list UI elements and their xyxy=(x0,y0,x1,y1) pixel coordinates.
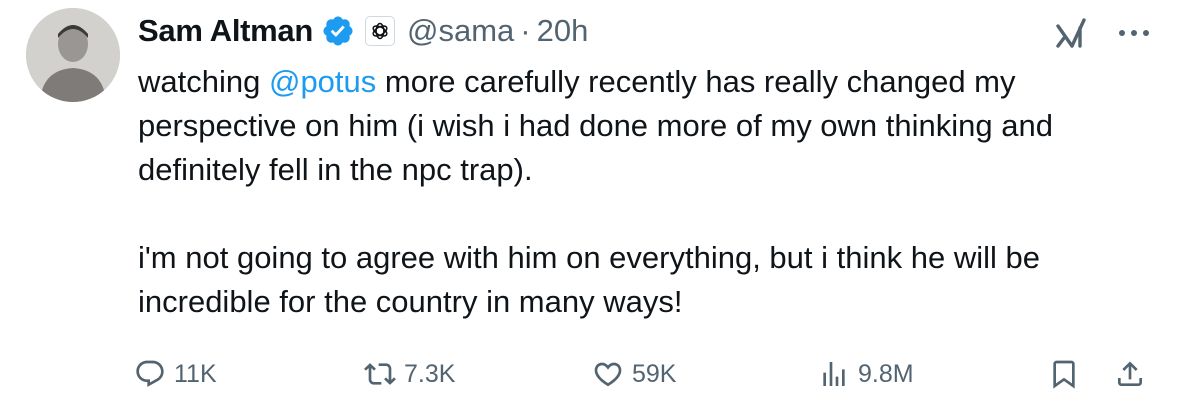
tweet-text-segment: watching xyxy=(138,64,269,99)
reply-count: 11K xyxy=(174,359,217,388)
repost-icon xyxy=(364,363,396,385)
timestamp[interactable]: 20h xyxy=(537,13,589,49)
verified-badge-icon[interactable] xyxy=(321,14,355,48)
like-button[interactable]: 59K xyxy=(592,354,676,394)
openai-logo-icon[interactable] xyxy=(365,16,396,46)
more-icon[interactable] xyxy=(1114,14,1154,52)
reply-button[interactable]: 11K xyxy=(134,354,217,394)
mention-link[interactable]: @potus xyxy=(269,64,376,99)
action-bar: 11K 7.3K 59K 9.8M xyxy=(134,354,1164,394)
separator-dot: · xyxy=(520,13,531,48)
tweet-paragraph-2: i'm not going to agree with him on every… xyxy=(138,240,1040,319)
grok-icon[interactable] xyxy=(1052,14,1090,52)
views-count: 9.8M xyxy=(858,359,914,388)
reply-icon xyxy=(136,360,164,387)
tweet-text: watching @potus more carefully recently … xyxy=(138,60,1158,324)
tweet-paragraph-1: watching @potus more carefully recently … xyxy=(138,60,1158,192)
heart-icon xyxy=(594,362,622,387)
views-icon xyxy=(823,362,845,386)
tweet-header: Sam Altman @sama · 20h xyxy=(138,8,588,54)
bookmark-icon xyxy=(1053,360,1075,389)
author-handle[interactable]: @sama xyxy=(407,13,514,49)
share-icon xyxy=(1118,361,1142,386)
author-name[interactable]: Sam Altman xyxy=(138,13,313,49)
profile-photo-icon xyxy=(26,8,120,102)
repost-button[interactable]: 7.3K xyxy=(364,354,455,394)
share-button[interactable] xyxy=(1114,354,1146,394)
like-count: 59K xyxy=(632,359,677,388)
views-button[interactable]: 9.8M xyxy=(818,354,914,394)
repost-count: 7.3K xyxy=(404,359,456,388)
bookmark-button[interactable] xyxy=(1048,354,1080,394)
avatar[interactable] xyxy=(26,8,120,102)
